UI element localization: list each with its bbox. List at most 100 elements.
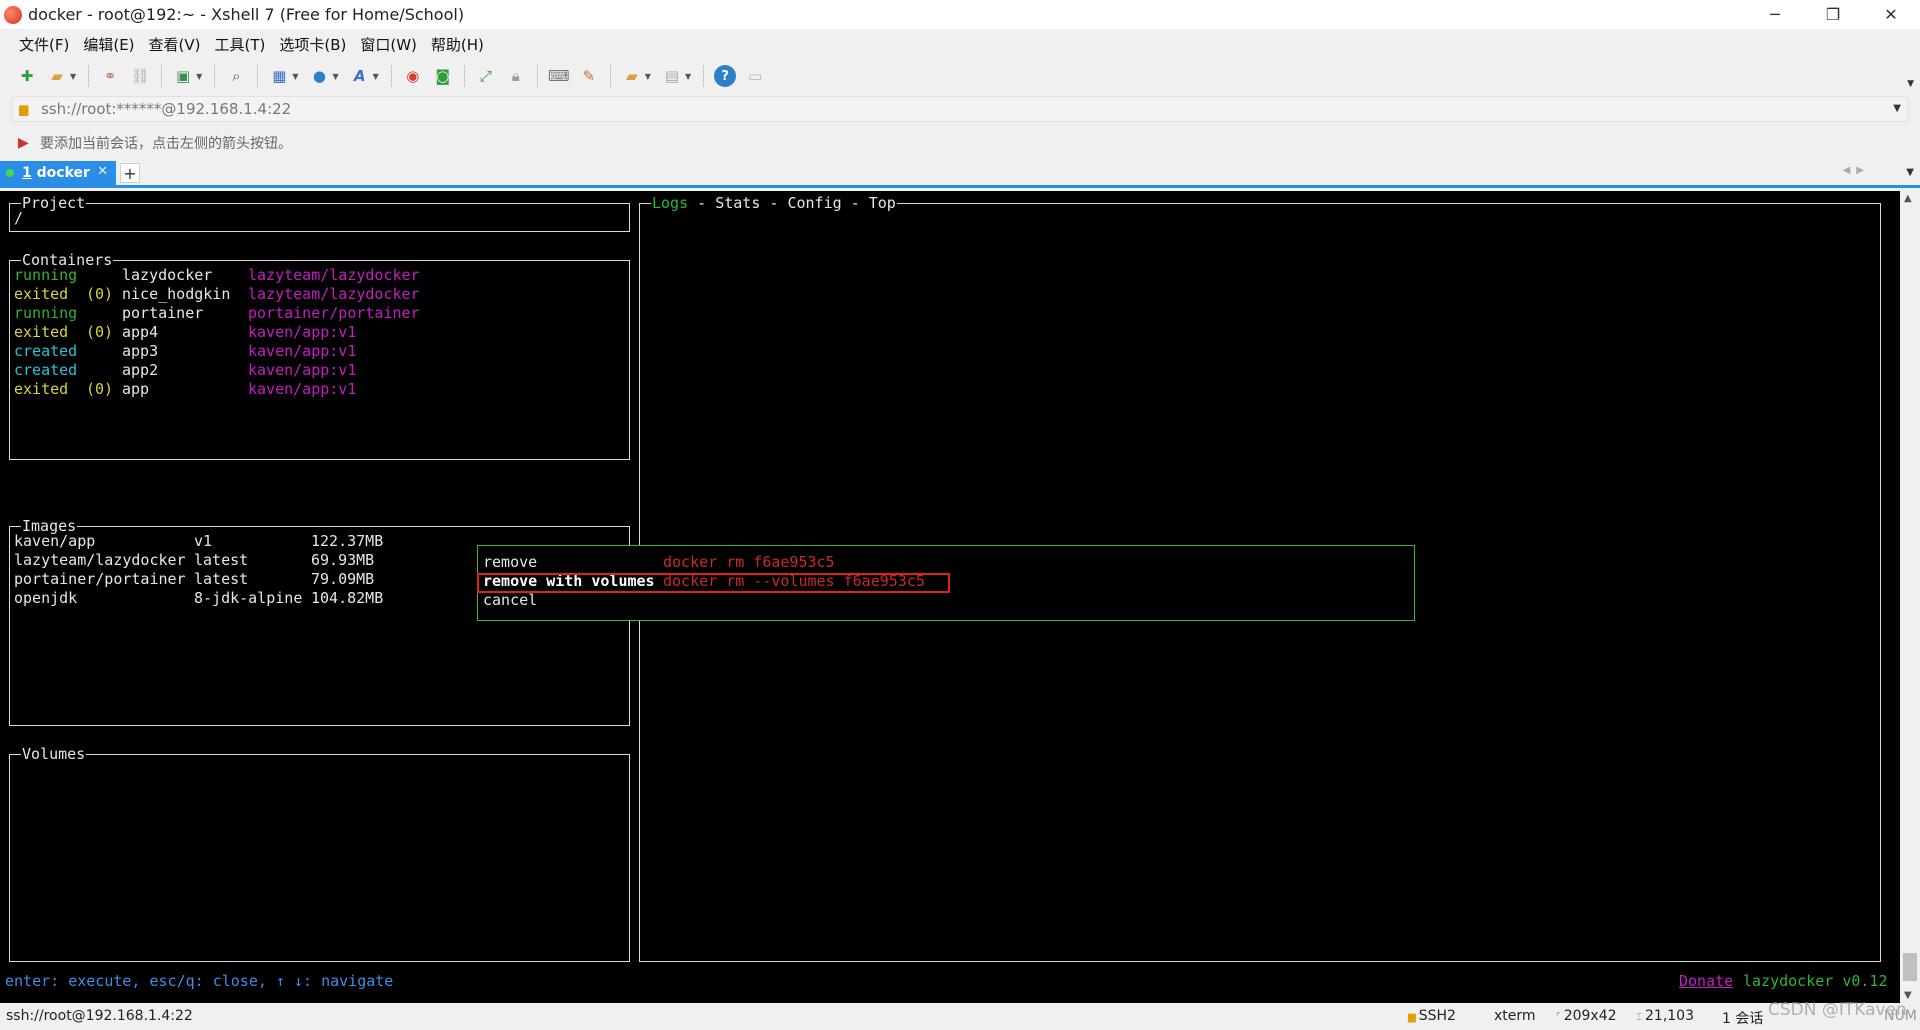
restore-button[interactable]: ❐ bbox=[1804, 0, 1862, 29]
menu-tabs[interactable]: 选项卡(B) bbox=[272, 34, 353, 55]
donate-link[interactable]: Donate bbox=[1679, 972, 1733, 991]
container-name: portainer bbox=[122, 304, 204, 322]
tab-stats[interactable]: Stats bbox=[715, 194, 760, 212]
chevron-down-icon[interactable]: ▼ bbox=[196, 72, 202, 81]
chevron-down-icon[interactable]: ▼ bbox=[292, 72, 298, 81]
option-label: cancel bbox=[483, 591, 538, 609]
image-tag: latest bbox=[194, 570, 249, 588]
keybinding-hint: enter: execute, esc/q: close, ↑ ↓: navig… bbox=[5, 972, 394, 990]
grid-icon[interactable]: ▤ bbox=[661, 65, 683, 87]
keyboard-icon[interactable]: ⌨ bbox=[548, 65, 570, 87]
new-tab-icon[interactable]: ▣ bbox=[172, 65, 194, 87]
chevron-down-icon[interactable]: ▼ bbox=[70, 72, 76, 81]
menu-help[interactable]: 帮助(H) bbox=[424, 34, 491, 55]
chevron-down-icon[interactable]: ▼ bbox=[685, 72, 691, 81]
protocol-status: ▆ SSH2 bbox=[1408, 1008, 1456, 1024]
globe-icon[interactable]: ● bbox=[308, 65, 330, 87]
scrollbar-thumb[interactable] bbox=[1903, 953, 1917, 981]
container-exit-code: (0) bbox=[86, 285, 114, 303]
chevron-down-icon[interactable]: ▼ bbox=[1893, 103, 1901, 114]
menu-bar: 文件(F) 编辑(E) 查看(V) 工具(T) 选项卡(B) 窗口(W) 帮助(… bbox=[0, 29, 1920, 59]
open-folder-icon[interactable]: ▰ bbox=[46, 65, 68, 87]
bookmark-icon[interactable]: ▶ bbox=[18, 135, 34, 151]
connection-status: ssh://root@192.168.1.4:22 bbox=[6, 1008, 193, 1024]
container-image: kaven/app:v1 bbox=[248, 342, 357, 360]
volumes-panel[interactable]: Volumes bbox=[9, 745, 630, 962]
container-name: lazydocker bbox=[122, 266, 213, 284]
address-bar[interactable]: ▆ ssh://root:******@192.168.1.4:22 ▼ bbox=[12, 96, 1908, 122]
container-status: running bbox=[14, 266, 78, 284]
image-name: kaven/app bbox=[14, 532, 96, 550]
image-name: portainer/portainer bbox=[14, 570, 186, 588]
fullscreen-icon[interactable]: ⤢ bbox=[475, 65, 497, 87]
cursor-position: ⌶ 21,103 bbox=[1636, 1008, 1694, 1024]
terminal-type: xterm bbox=[1494, 1008, 1536, 1024]
container-status: running bbox=[14, 304, 78, 322]
container-image: kaven/app:v1 bbox=[248, 323, 357, 341]
container-name: app bbox=[122, 380, 150, 398]
terminal[interactable]: Project / Containers running lazydocker … bbox=[0, 191, 1900, 1003]
tab-scroll-arrows-icon[interactable]: ◀▶ bbox=[1843, 165, 1870, 176]
menu-tools[interactable]: 工具(T) bbox=[208, 34, 273, 55]
terminal-scrollbar[interactable]: ▲ ▼ bbox=[1900, 191, 1920, 1003]
close-window-button[interactable]: ✕ bbox=[1862, 0, 1920, 29]
lock-icon: ▆ bbox=[1408, 1012, 1416, 1023]
toolbar-divider bbox=[88, 65, 90, 87]
pen-icon[interactable]: ✎ bbox=[578, 65, 600, 87]
project-panel[interactable]: Project / bbox=[9, 194, 630, 232]
image-name: lazyteam/lazydocker bbox=[14, 551, 186, 569]
tab-separator: - bbox=[760, 194, 788, 212]
tab-top[interactable]: Top bbox=[869, 194, 896, 212]
tab-list-icon[interactable]: ▼ bbox=[1906, 167, 1914, 178]
cursor-icon: ⌶ bbox=[1636, 1012, 1642, 1023]
container-exit-code: (0) bbox=[86, 323, 114, 341]
layout-icon[interactable]: ▦ bbox=[268, 65, 290, 87]
tab-docker[interactable]: 1 docker ✕ bbox=[0, 161, 116, 185]
container-image: kaven/app:v1 bbox=[248, 380, 357, 398]
tab-logs[interactable]: Logs bbox=[652, 194, 688, 212]
size-label: 209x42 bbox=[1563, 1008, 1617, 1024]
tab-separator: - bbox=[841, 194, 869, 212]
toolbar-divider bbox=[214, 65, 216, 87]
chevron-down-icon[interactable]: ▼ bbox=[332, 72, 338, 81]
title-bar: docker - root@192:~ - Xshell 7 (Free for… bbox=[0, 0, 1920, 29]
container-name: app3 bbox=[122, 342, 159, 360]
close-icon[interactable]: ✕ bbox=[97, 164, 108, 179]
session-hint-bar: ▶ 要添加当前会话，点击左侧的箭头按钮。 bbox=[0, 128, 1920, 158]
disconnect-icon[interactable]: ⛓ bbox=[129, 65, 151, 87]
chevron-down-icon[interactable]: ▼ bbox=[645, 72, 651, 81]
new-session-icon[interactable]: ✚ bbox=[16, 65, 38, 87]
tab-bar: 1 docker ✕ + ◀▶ ▼ bbox=[0, 161, 1920, 188]
tab-config[interactable]: Config bbox=[787, 194, 841, 212]
menu-file[interactable]: 文件(F) bbox=[12, 34, 76, 55]
menu-window[interactable]: 窗口(W) bbox=[353, 34, 424, 55]
version-label: lazydocker v0.12 bbox=[1743, 972, 1888, 990]
font-icon[interactable]: A bbox=[349, 65, 371, 87]
xshell-logo-icon bbox=[4, 5, 22, 24]
address-input[interactable]: ssh://root:******@192.168.1.4:22 bbox=[41, 100, 291, 118]
panel-title: Project bbox=[21, 194, 87, 212]
image-size: 122.37MB bbox=[311, 532, 384, 550]
xshell-icon[interactable]: ◉ bbox=[402, 65, 424, 87]
search-icon[interactable]: ⌕ bbox=[225, 65, 247, 87]
connect-icon[interactable]: ⚭ bbox=[99, 65, 121, 87]
lock-icon[interactable]: 🔒︎ bbox=[505, 65, 527, 87]
add-folder-icon[interactable]: ▰ bbox=[621, 65, 643, 87]
toolbar-overflow-icon[interactable]: ▼ bbox=[1907, 79, 1914, 89]
containers-panel[interactable]: Containers running lazydocker lazyteam/l… bbox=[9, 251, 630, 460]
resize-icon: ⌜ bbox=[1556, 1012, 1561, 1023]
help-icon[interactable]: ? bbox=[714, 65, 737, 87]
session-count: 1 会话 bbox=[1722, 1011, 1764, 1027]
tab-label: 1 docker bbox=[22, 165, 90, 181]
xftp-icon[interactable]: ◙ bbox=[432, 65, 454, 87]
container-image: lazyteam/lazydocker bbox=[248, 266, 420, 284]
chat-icon[interactable]: ▭ bbox=[744, 65, 766, 87]
menu-view[interactable]: 查看(V) bbox=[142, 34, 208, 55]
chevron-down-icon[interactable]: ▼ bbox=[373, 72, 379, 81]
minimize-button[interactable]: ─ bbox=[1746, 0, 1804, 29]
add-tab-button[interactable]: + bbox=[120, 163, 140, 183]
menu-edit[interactable]: 编辑(E) bbox=[76, 34, 141, 55]
option-label: remove bbox=[483, 553, 538, 571]
scroll-up-icon[interactable]: ▲ bbox=[1904, 193, 1912, 204]
toolbar-divider bbox=[257, 65, 259, 87]
